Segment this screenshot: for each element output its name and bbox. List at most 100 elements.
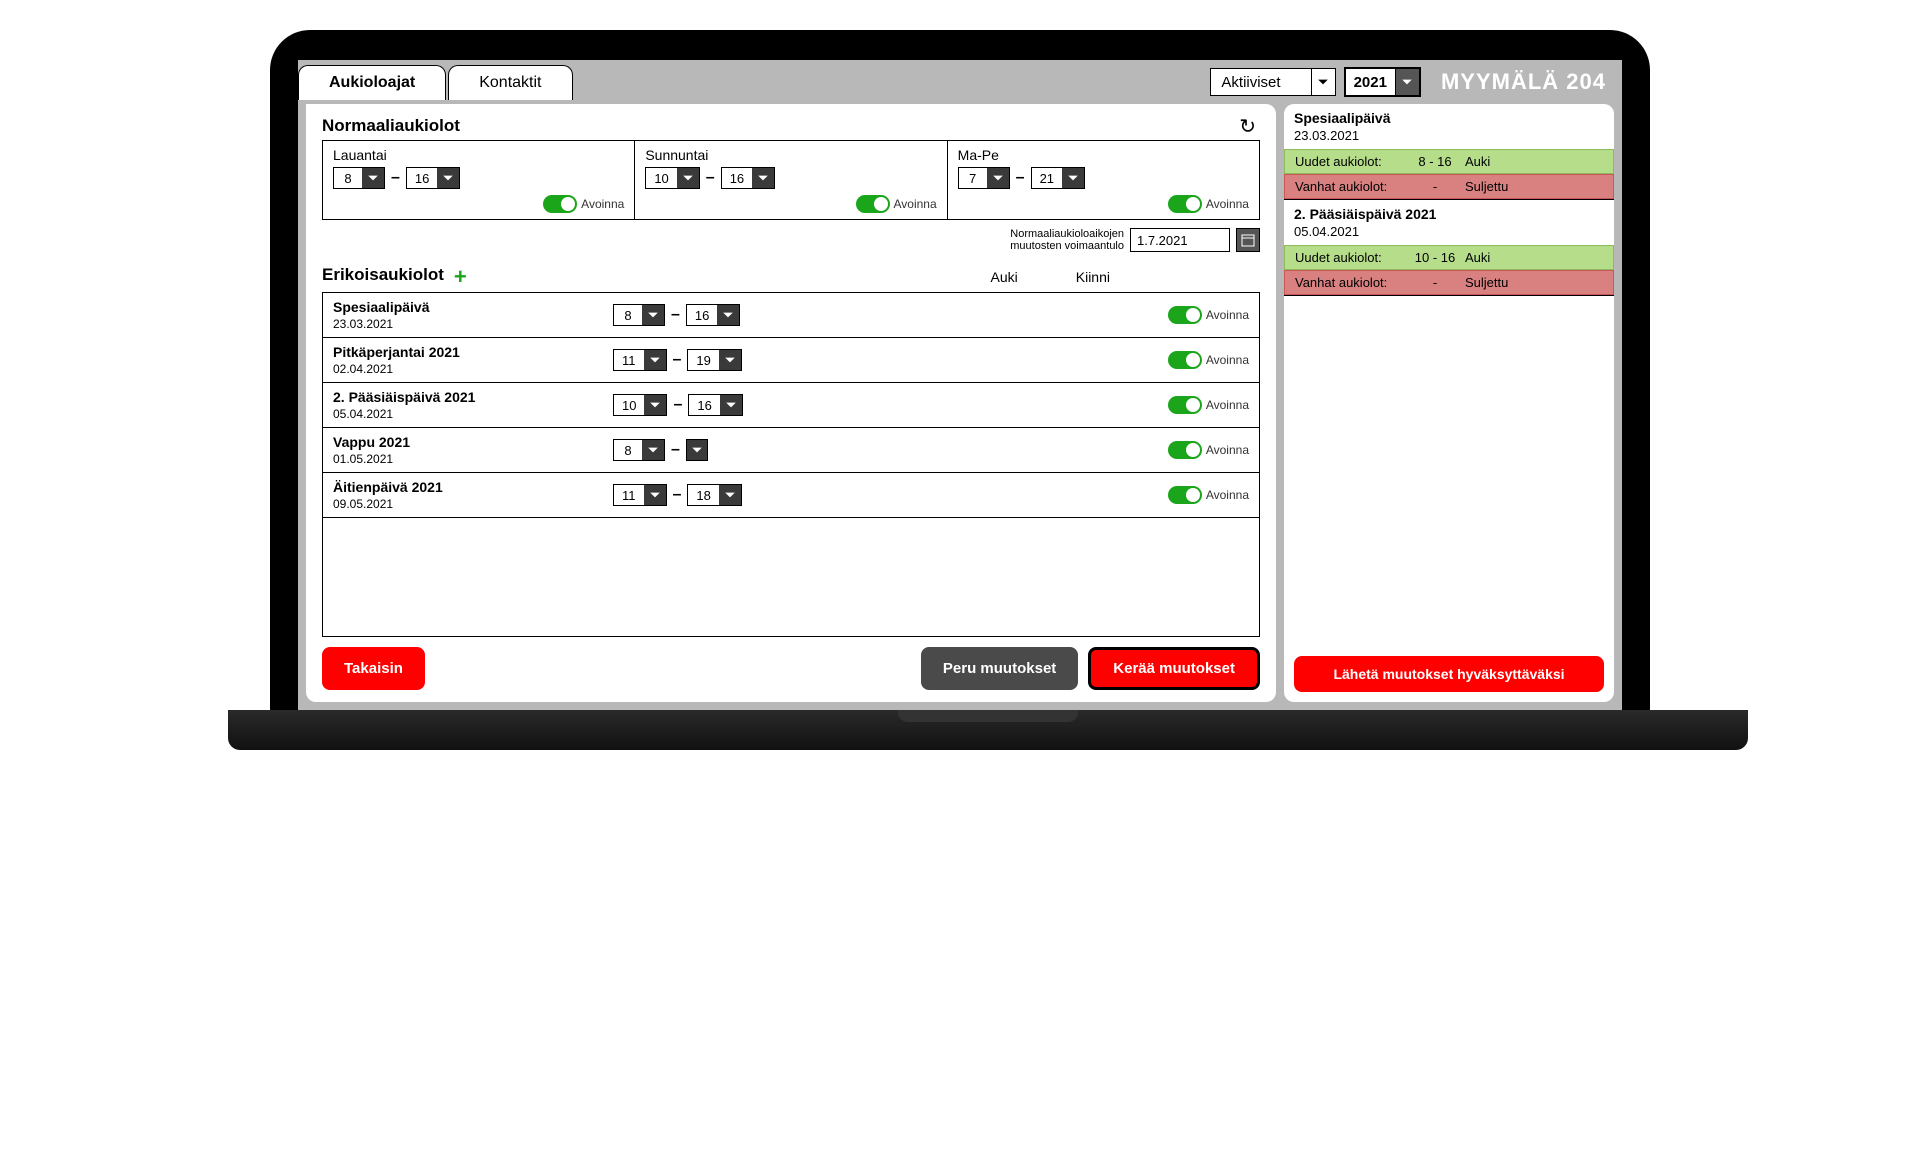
- open-toggle[interactable]: [1168, 195, 1202, 213]
- close-time-select[interactable]: 19: [687, 349, 741, 371]
- open-time-select[interactable]: 8: [613, 304, 665, 326]
- day-label: Sunnuntai: [645, 147, 936, 163]
- open-time-select[interactable]: 10: [613, 394, 667, 416]
- laptop-base: [228, 710, 1748, 750]
- tab-contacts[interactable]: Kontaktit: [448, 65, 572, 100]
- normal-title: Normaaliaukiolot: [322, 116, 1260, 136]
- special-name: Spesiaalipäivä: [333, 299, 613, 315]
- special-date: 01.05.2021: [333, 452, 613, 466]
- change-name: Spesiaalipäivä: [1294, 110, 1604, 126]
- change-date: 05.04.2021: [1294, 224, 1604, 239]
- old-hours-line: Vanhat aukiolot: - Suljettu: [1284, 174, 1614, 199]
- refresh-icon[interactable]: ↻: [1239, 114, 1256, 139]
- day-weekdays: Ma-Pe 7 – 21 Avoinna: [948, 141, 1259, 219]
- filter-select[interactable]: Aktiiviset: [1210, 68, 1335, 96]
- special-title: Erikoisaukiolot: [322, 265, 444, 285]
- day-label: Ma-Pe: [958, 147, 1249, 163]
- chevron-down-icon: [362, 168, 384, 188]
- year-value: 2021: [1346, 74, 1395, 91]
- change-entry: Spesiaalipäivä 23.03.2021 Uudet aukiolot…: [1284, 104, 1614, 200]
- close-time-select[interactable]: 16: [686, 304, 740, 326]
- store-title: MYYMÄLÄ 204: [1441, 69, 1606, 95]
- chevron-down-icon: [437, 168, 459, 188]
- chevron-down-icon: [719, 485, 741, 505]
- tabs: Aukioloajat Kontaktit: [298, 65, 575, 100]
- chevron-down-icon: [1311, 69, 1335, 95]
- calendar-icon[interactable]: [1236, 228, 1260, 252]
- special-row: 2. Pääsiäispäivä 2021 05.04.2021 10 – 16…: [323, 383, 1259, 428]
- special-name: Vappu 2021: [333, 434, 613, 450]
- chevron-down-icon: [644, 485, 666, 505]
- submit-button[interactable]: Lähetä muutokset hyväksyttäväksi: [1294, 656, 1604, 692]
- special-row: Spesiaalipäivä 23.03.2021 8 – 16 Avoinna: [323, 293, 1259, 338]
- chevron-down-icon: [644, 350, 666, 370]
- chevron-down-icon: [677, 168, 699, 188]
- main-panel: ↻ Normaaliaukiolot Lauantai 8 – 16 Avoin…: [306, 104, 1276, 702]
- close-time-select[interactable]: [686, 439, 708, 461]
- close-time-select[interactable]: 16: [721, 167, 775, 189]
- chevron-down-icon: [687, 440, 707, 460]
- open-time-select[interactable]: 7: [958, 167, 1010, 189]
- close-time-select[interactable]: 18: [687, 484, 741, 506]
- year-select[interactable]: 2021: [1344, 67, 1421, 97]
- tab-opening-hours[interactable]: Aukioloajat: [298, 65, 446, 100]
- special-list: Spesiaalipäivä 23.03.2021 8 – 16 Avoinna…: [322, 292, 1260, 637]
- effective-date-row: Normaaliaukioloaikojen muutosten voimaan…: [322, 228, 1260, 252]
- back-button[interactable]: Takaisin: [322, 647, 425, 690]
- change-name: 2. Pääsiäispäivä 2021: [1294, 206, 1604, 222]
- chevron-down-icon: [642, 440, 664, 460]
- special-header: Erikoisaukiolot + Auki Kiinni: [322, 264, 1260, 290]
- day-saturday: Lauantai 8 – 16 Avoinna: [323, 141, 635, 219]
- special-row: Pitkäperjantai 2021 02.04.2021 11 – 19 A…: [323, 338, 1259, 383]
- new-hours-line: Uudet aukiolot: 10 - 16 Auki: [1284, 245, 1614, 270]
- open-toggle[interactable]: [1168, 486, 1202, 504]
- open-time-select[interactable]: 8: [613, 439, 665, 461]
- open-time-select[interactable]: 10: [645, 167, 699, 189]
- chevron-down-icon: [644, 395, 666, 415]
- day-sunday: Sunnuntai 10 – 16 Avoinna: [635, 141, 947, 219]
- close-time-select[interactable]: 21: [1031, 167, 1085, 189]
- open-toggle[interactable]: [1168, 441, 1202, 459]
- open-toggle[interactable]: [1168, 396, 1202, 414]
- special-date: 05.04.2021: [333, 407, 613, 421]
- chevron-down-icon: [720, 395, 742, 415]
- open-toggle[interactable]: [1168, 351, 1202, 369]
- chevron-down-icon: [752, 168, 774, 188]
- special-date: 02.04.2021: [333, 362, 613, 376]
- change-entry: 2. Pääsiäispäivä 2021 05.04.2021 Uudet a…: [1284, 200, 1614, 296]
- day-label: Lauantai: [333, 147, 624, 163]
- open-time-select[interactable]: 11: [613, 484, 667, 506]
- special-row: Äitienpäivä 2021 09.05.2021 11 – 18 Avoi…: [323, 473, 1259, 518]
- chevron-down-icon: [717, 305, 739, 325]
- effective-date-input[interactable]: 1.7.2021: [1130, 228, 1230, 252]
- old-hours-line: Vanhat aukiolot: - Suljettu: [1284, 270, 1614, 295]
- chevron-down-icon: [987, 168, 1009, 188]
- special-name: Pitkäperjantai 2021: [333, 344, 613, 360]
- special-name: Äitienpäivä 2021: [333, 479, 613, 495]
- special-name: 2. Pääsiäispäivä 2021: [333, 389, 613, 405]
- new-hours-line: Uudet aukiolot: 8 - 16 Auki: [1284, 149, 1614, 174]
- open-toggle[interactable]: [856, 195, 890, 213]
- open-time-select[interactable]: 11: [613, 349, 667, 371]
- normal-hours-box: Lauantai 8 – 16 Avoinna Sunnuntai 10 – 1…: [322, 140, 1260, 220]
- special-date: 09.05.2021: [333, 497, 613, 511]
- cancel-button[interactable]: Peru muutokset: [921, 647, 1078, 690]
- laptop-frame: Aukioloajat Kontaktit Aktiiviset 2021 MY…: [270, 30, 1650, 750]
- collect-button[interactable]: Kerää muutokset: [1088, 647, 1260, 690]
- filter-value: Aktiiviset: [1211, 74, 1310, 91]
- side-panel: Spesiaalipäivä 23.03.2021 Uudet aukiolot…: [1284, 104, 1614, 702]
- close-time-select[interactable]: 16: [406, 167, 460, 189]
- open-toggle[interactable]: [543, 195, 577, 213]
- app-screen: Aukioloajat Kontaktit Aktiiviset 2021 MY…: [298, 60, 1622, 710]
- open-time-select[interactable]: 8: [333, 167, 385, 189]
- open-toggle[interactable]: [1168, 306, 1202, 324]
- main-footer: Takaisin Peru muutokset Kerää muutokset: [322, 647, 1260, 690]
- add-icon[interactable]: +: [454, 264, 467, 290]
- changes-list: Spesiaalipäivä 23.03.2021 Uudet aukiolot…: [1284, 104, 1614, 646]
- body: ↻ Normaaliaukiolot Lauantai 8 – 16 Avoin…: [298, 104, 1622, 710]
- chevron-down-icon: [1062, 168, 1084, 188]
- close-time-select[interactable]: 16: [688, 394, 742, 416]
- col-close: Kiinni: [1076, 269, 1110, 285]
- special-row: Vappu 2021 01.05.2021 8 – Avoinna: [323, 428, 1259, 473]
- special-date: 23.03.2021: [333, 317, 613, 331]
